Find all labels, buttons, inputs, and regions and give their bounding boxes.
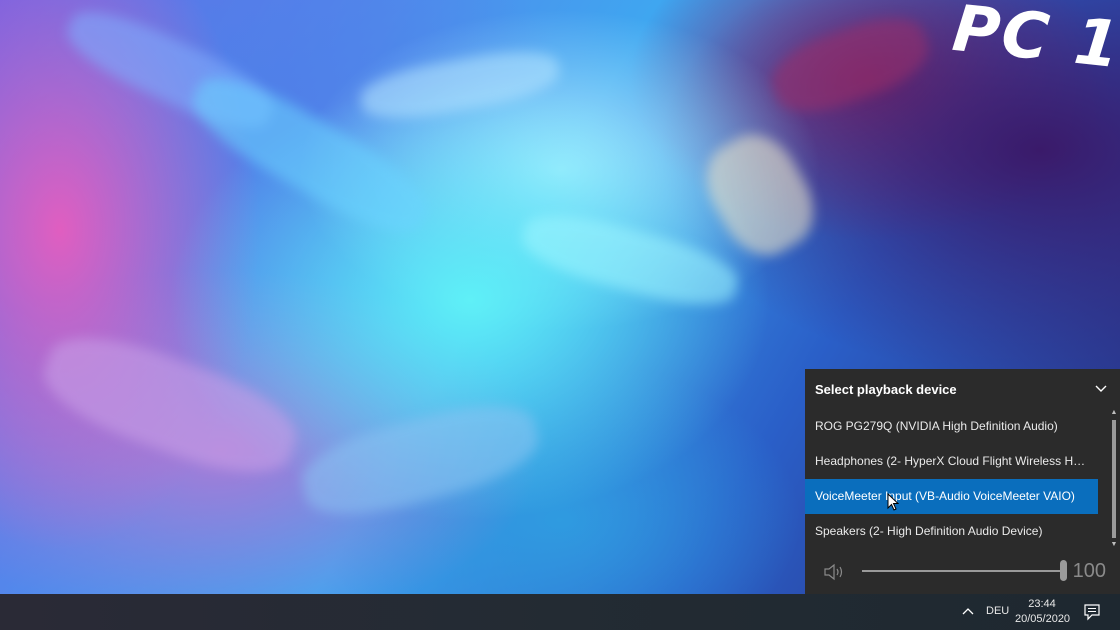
chevron-down-icon[interactable] bbox=[1094, 382, 1108, 396]
show-hidden-icons-chevron-icon[interactable] bbox=[960, 604, 976, 620]
playback-device-flyout: Select playback device ROG PG279Q (NVIDI… bbox=[805, 369, 1120, 594]
taskbar: DEU 23:44 20/05/2020 bbox=[0, 594, 1120, 630]
volume-row: 100 bbox=[805, 549, 1120, 594]
volume-value: 100 bbox=[1072, 560, 1106, 582]
input-language-indicator[interactable]: DEU bbox=[986, 605, 1009, 617]
taskbar-clock[interactable]: 23:44 20/05/2020 bbox=[1015, 597, 1071, 627]
volume-slider-fill bbox=[862, 570, 1063, 572]
volume-slider[interactable] bbox=[862, 560, 1067, 581]
device-list: ROG PG279Q (NVIDIA High Definition Audio… bbox=[805, 409, 1120, 549]
clock-date: 20/05/2020 bbox=[1015, 613, 1071, 625]
device-list-scrollbar[interactable]: ▲ ▼ bbox=[1110, 409, 1118, 549]
volume-slider-thumb[interactable] bbox=[1060, 560, 1067, 581]
watermark-text: PC 1 bbox=[949, 0, 1120, 84]
action-center-notification-icon[interactable] bbox=[1083, 603, 1101, 621]
flyout-title: Select playback device bbox=[815, 381, 957, 397]
speaker-icon[interactable] bbox=[823, 562, 849, 582]
device-item-headphones[interactable]: Headphones (2- HyperX Cloud Flight Wirel… bbox=[805, 444, 1098, 479]
flyout-header[interactable]: Select playback device bbox=[805, 369, 1120, 409]
scroll-up-icon[interactable]: ▲ bbox=[1111, 409, 1118, 417]
scroll-down-icon[interactable]: ▼ bbox=[1111, 541, 1118, 549]
device-item-rog-pg279q[interactable]: ROG PG279Q (NVIDIA High Definition Audio… bbox=[805, 409, 1098, 444]
clock-time: 23:44 bbox=[1028, 598, 1056, 610]
device-item-speakers[interactable]: Speakers (2- High Definition Audio Devic… bbox=[805, 514, 1098, 549]
scroll-thumb[interactable] bbox=[1112, 420, 1116, 538]
mouse-cursor-icon bbox=[887, 493, 899, 511]
device-item-voicemeeter-input[interactable]: VoiceMeeter Input (VB-Audio VoiceMeeter … bbox=[805, 479, 1098, 514]
